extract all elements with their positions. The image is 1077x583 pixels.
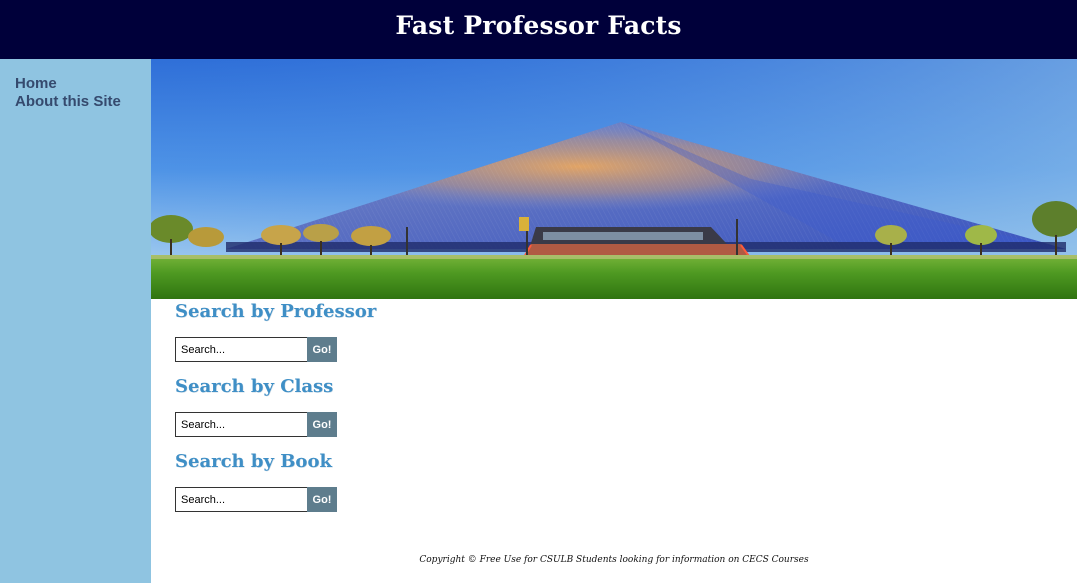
- search-professor-title: Search by Professor: [175, 301, 377, 322]
- search-class-title: Search by Class: [175, 376, 334, 397]
- search-book-go-button[interactable]: Go!: [307, 487, 337, 512]
- main-content: Search by Professor Go! Search by Class …: [175, 299, 1055, 524]
- search-class-form: Go!: [175, 412, 1055, 437]
- hero-image: [151, 59, 1077, 299]
- footer-copyright: Copyright © Free Use for CSULB Students …: [419, 555, 809, 565]
- pyramid-building-photo: [151, 59, 1077, 299]
- search-class-section: Search by Class Go!: [175, 374, 1055, 437]
- search-book-form: Go!: [175, 487, 1055, 512]
- search-class-input[interactable]: [175, 412, 307, 437]
- search-professor-section: Search by Professor Go!: [175, 299, 1055, 362]
- search-class-go-button[interactable]: Go!: [307, 412, 337, 437]
- sidebar-item-home[interactable]: Home: [15, 75, 151, 93]
- search-book-section: Search by Book Go!: [175, 449, 1055, 512]
- sidebar: Home About this Site: [0, 59, 151, 583]
- site-title: Fast Professor Facts: [395, 10, 682, 40]
- site-header: Fast Professor Facts: [0, 0, 1077, 59]
- search-book-title: Search by Book: [175, 451, 332, 472]
- search-book-input[interactable]: [175, 487, 307, 512]
- search-professor-form: Go!: [175, 337, 1055, 362]
- sidebar-item-about[interactable]: About this Site: [15, 93, 151, 111]
- search-professor-input[interactable]: [175, 337, 307, 362]
- search-professor-go-button[interactable]: Go!: [307, 337, 337, 362]
